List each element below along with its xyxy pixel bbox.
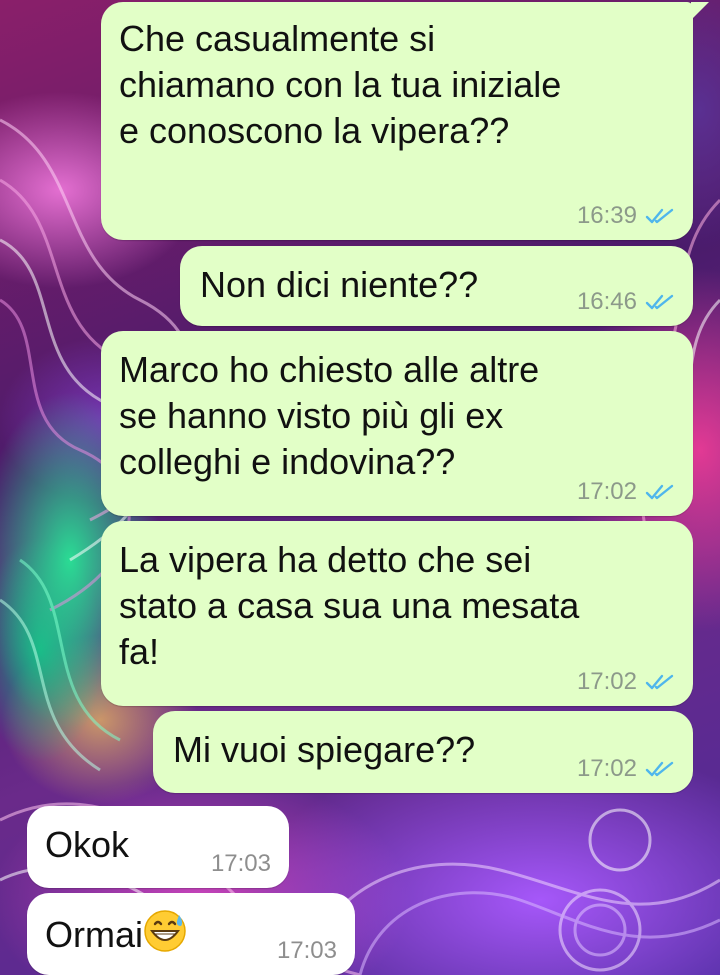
message-bubble-outgoing[interactable]: Non dici niente?? 16:46 (180, 246, 693, 326)
message-meta: 17:03 (211, 850, 271, 878)
message-bubble-outgoing[interactable]: La vipera ha detto che sei stato a casa … (101, 521, 693, 706)
read-receipt-icon (645, 674, 674, 690)
message-text: Che casualmente si chiamano con la tua i… (119, 18, 562, 151)
read-receipt-icon (645, 294, 674, 310)
message-meta: 17:02 (577, 478, 675, 506)
message-text: La vipera ha detto che sei stato a casa … (119, 539, 580, 672)
message-meta: 16:39 (577, 202, 675, 230)
read-receipt-icon (645, 761, 674, 777)
message-time: 17:03 (210, 850, 271, 877)
message-meta: 17:03 (277, 937, 337, 965)
message-meta: 16:46 (577, 288, 675, 316)
message-bubble-outgoing[interactable]: Marco ho chiesto alle altre se hanno vis… (101, 331, 693, 516)
read-receipt-icon (645, 484, 674, 500)
message-bubble-incoming[interactable]: Okok 17:03 (27, 806, 289, 888)
bubble-tail (691, 2, 709, 20)
message-meta: 17:02 (577, 668, 675, 696)
message-time: 17:02 (576, 668, 637, 695)
message-bubble-incoming[interactable]: Ormai 17:03 (27, 893, 355, 975)
message-time: 17:03 (276, 937, 337, 964)
read-receipt-icon (645, 208, 674, 224)
message-time: 17:02 (576, 478, 637, 505)
grinning-face-with-sweat-icon (144, 910, 186, 952)
message-meta: 17:02 (577, 755, 675, 783)
message-text: Marco ho chiesto alle altre se hanno vis… (119, 349, 540, 482)
message-time: 17:02 (576, 755, 637, 782)
message-time: 16:39 (576, 202, 637, 229)
message-bubble-outgoing[interactable]: Mi vuoi spiegare?? 17:02 (153, 711, 693, 793)
message-time: 16:46 (576, 288, 637, 315)
message-bubble-outgoing[interactable]: Che casualmente si chiamano con la tua i… (101, 2, 709, 240)
